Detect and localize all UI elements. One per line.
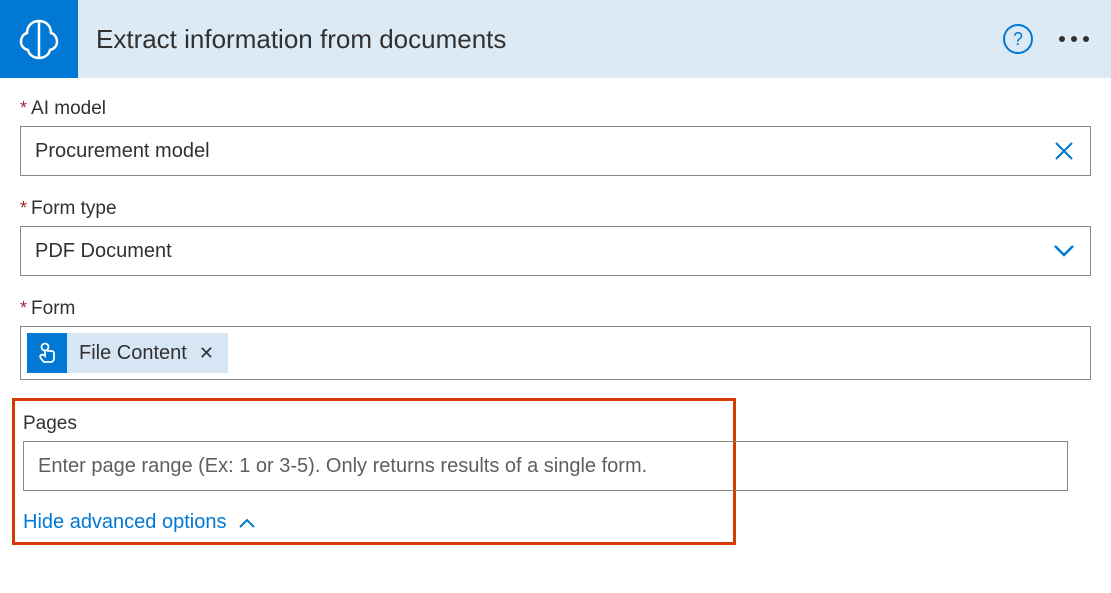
required-marker: * — [20, 198, 27, 218]
ai-model-field: *AI model Procurement model — [20, 98, 1091, 176]
pages-label: Pages — [23, 413, 725, 435]
form-field: *Form File Content ✕ — [20, 298, 1091, 380]
chevron-up-icon — [238, 514, 256, 532]
required-marker: * — [20, 298, 27, 318]
token-label: File Content — [79, 342, 187, 365]
ai-model-value: Procurement model — [35, 140, 1052, 163]
pages-input[interactable]: Enter page range (Ex: 1 or 3-5). Only re… — [23, 441, 1068, 491]
card-title: Extract information from documents — [96, 24, 1003, 55]
ai-brain-icon — [17, 17, 61, 61]
card-header: Extract information from documents ? — [0, 0, 1111, 78]
form-type-field: *Form type PDF Document — [20, 198, 1091, 276]
pages-field: Pages Enter page range (Ex: 1 or 3-5). O… — [23, 413, 725, 491]
clear-icon[interactable] — [1052, 139, 1076, 163]
ai-model-label: *AI model — [20, 98, 1091, 126]
more-menu-icon[interactable] — [1055, 28, 1093, 50]
form-type-value: PDF Document — [35, 240, 1052, 263]
form-label: *Form — [20, 298, 1091, 326]
token-remove-icon[interactable]: ✕ — [195, 343, 218, 364]
required-marker: * — [20, 98, 27, 118]
form-type-select[interactable]: PDF Document — [20, 226, 1091, 276]
chevron-down-icon[interactable] — [1052, 239, 1076, 263]
file-content-token: File Content ✕ — [27, 333, 228, 373]
help-icon[interactable]: ? — [1003, 24, 1033, 54]
form-token-input[interactable]: File Content ✕ — [20, 326, 1091, 380]
highlighted-section: Pages Enter page range (Ex: 1 or 3-5). O… — [12, 398, 736, 545]
form-type-label: *Form type — [20, 198, 1091, 226]
advanced-toggle-label: Hide advanced options — [23, 511, 226, 534]
form-body: *AI model Procurement model *Form type P… — [0, 78, 1111, 545]
connector-icon-box — [0, 0, 78, 78]
ai-model-input[interactable]: Procurement model — [20, 126, 1091, 176]
advanced-options-toggle[interactable]: Hide advanced options — [23, 511, 725, 534]
touch-icon — [27, 333, 67, 373]
